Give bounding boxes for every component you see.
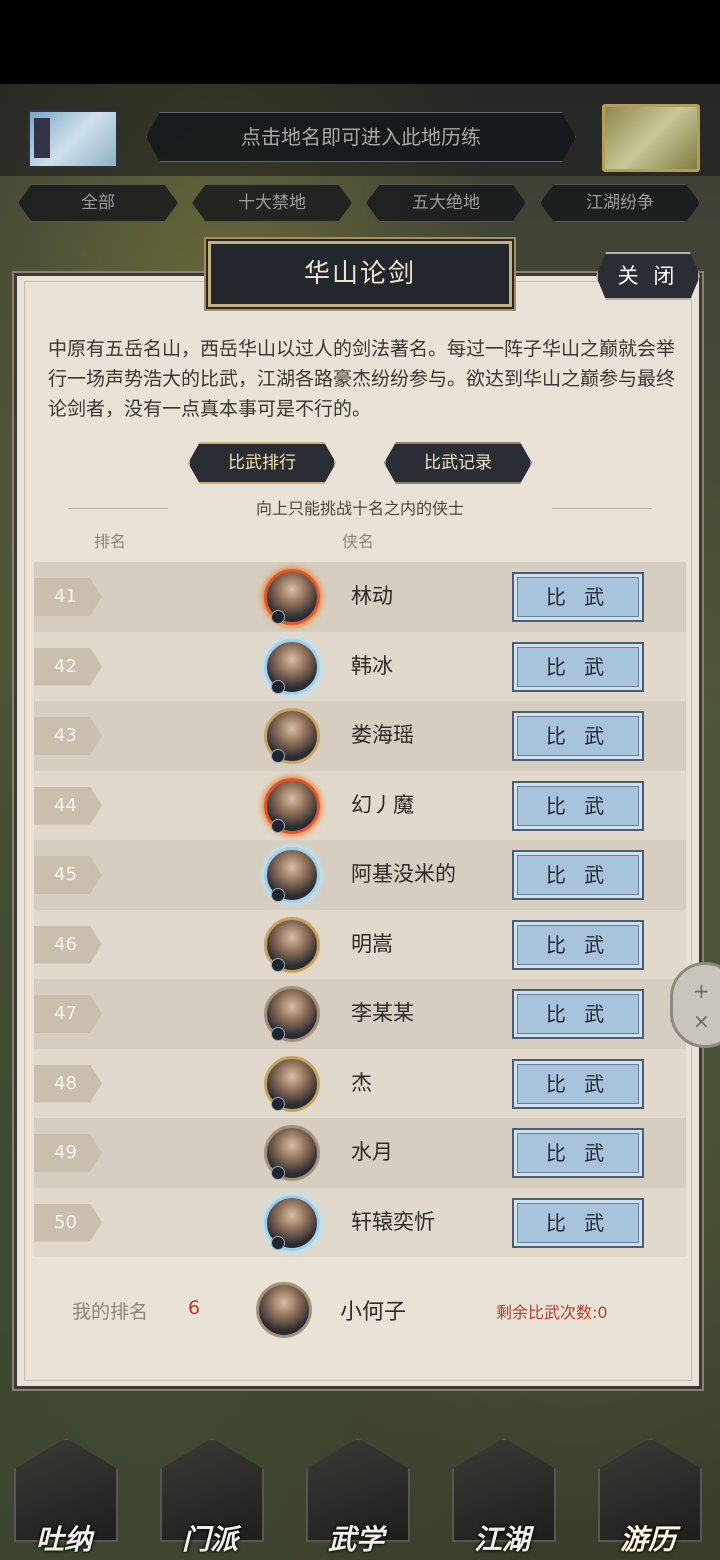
fight-button[interactable]: 比 武 [512,572,644,622]
table-row: 46 明嵩 比 武 [34,909,686,979]
player-name: 娄海瑶 [351,723,414,747]
avatar[interactable] [264,569,320,625]
side-wheel[interactable]: + × [670,962,720,1048]
tab-jianghu-strife[interactable]: 江湖纷争 [540,184,700,222]
dialog-description: 中原有五岳名山，西岳华山以过人的剑法著名。每过一阵子华山之巅就会举行一场声势浩大… [48,338,676,420]
nav-travel[interactable]: 游历 [584,1438,712,1558]
ranking-list: 41 林动比 武 42 韩冰比 武 43 娄海瑶比 武 44 幻丿魔比 武 45 阿基没米的比 武… [34,562,686,1257]
element-badge-icon [271,1027,285,1041]
avatar[interactable] [264,777,320,834]
bottom-nav: 吐纳 门派 武学 江湖 游历 [0,1400,720,1560]
seal-icon [34,118,50,158]
player-name: 明嵩 [351,931,393,956]
fight-button[interactable]: 比 武 [512,711,644,761]
avatar[interactable] [264,986,320,1042]
player-name: 轩辕奕忻 [351,1209,435,1234]
map-filter-tabs: 全部 十大禁地 五大绝地 江湖纷争 [18,184,708,222]
close-icon[interactable]: × [693,1009,710,1033]
fight-button[interactable]: 比 武 [512,1128,644,1178]
player-name: 幻丿魔 [351,792,414,817]
table-row: 44 幻丿魔 比 武 [34,770,686,840]
close-button[interactable]: 关 闭 [596,252,700,300]
player-name: 李某某 [351,1001,414,1025]
fight-button[interactable]: 比 武 [512,989,644,1039]
my-name: 小何子 [340,1300,407,1325]
player-name: 杰 [351,1070,372,1095]
player-name: 水月 [351,1140,393,1164]
element-badge-icon [271,818,285,833]
element-badge-icon [271,1166,285,1180]
avatar[interactable] [264,638,320,695]
tab-ranking[interactable]: 比武排行 [188,442,336,484]
element-badge-icon [271,679,285,694]
fight-button[interactable]: 比 武 [512,1058,644,1109]
rank-header: 排名 [94,532,127,551]
tab-five-perilous[interactable]: 五大绝地 [366,184,526,222]
rank-tag: 44 [34,787,102,825]
table-row: 49 水月 比 武 [34,1118,686,1188]
avatar[interactable] [264,1125,320,1181]
rank-tag: 42 [34,648,102,686]
rank-tag: 41 [34,578,102,616]
fight-button[interactable]: 比 武 [512,1197,644,1248]
my-rank-value: 6 [188,1297,201,1319]
avatar[interactable] [264,708,320,764]
element-badge-icon [271,888,285,902]
table-row: 47 李某某 比 武 [34,979,686,1049]
fight-button[interactable]: 比 武 [512,780,644,831]
table-row: 45 阿基没米的 比 武 [34,840,686,910]
avatar[interactable] [264,1194,320,1251]
plus-icon[interactable]: + [693,979,710,1003]
player-name: 阿基没米的 [351,862,456,886]
world-map-icon[interactable] [602,104,700,172]
element-badge-icon [271,749,285,763]
my-rank-label: 我的排名 [72,1301,149,1323]
rank-tag: 43 [34,717,102,755]
remaining-attempts: 剩余比武次数:0 [496,1303,608,1322]
player-name: 林动 [351,584,393,608]
rank-tag: 49 [34,1134,102,1172]
tab-ten-forbidden[interactable]: 十大禁地 [192,184,352,222]
fight-button[interactable]: 比 武 [512,641,644,692]
rank-tag: 47 [34,995,102,1033]
nav-jianghu[interactable]: 江湖 [438,1438,566,1558]
map-hint: 点击地名即可进入此地历练 [146,112,576,162]
table-row: 42 韩冰 比 武 [34,631,686,701]
avatar[interactable] [264,847,320,903]
avatar[interactable] [264,1055,320,1112]
nav-tuna[interactable]: 吐纳 [0,1438,128,1558]
element-badge-icon [271,957,285,972]
tab-records[interactable]: 比武记录 [384,442,532,484]
element-badge-icon [271,1235,285,1250]
table-row: 48 杰 比 武 [34,1048,686,1118]
dialog-title: 华山论剑 [208,241,512,307]
rank-tag: 48 [34,1065,102,1103]
rank-tag: 45 [34,856,102,894]
tab-all[interactable]: 全部 [18,184,178,222]
element-badge-icon [271,1096,285,1111]
rank-tag: 50 [34,1204,102,1242]
player-name: 韩冰 [351,653,393,678]
table-row: 50 轩辕奕忻 比 武 [34,1187,686,1257]
my-avatar [256,1282,312,1338]
fight-button[interactable]: 比 武 [512,919,644,970]
nav-sect[interactable]: 门派 [146,1438,274,1558]
table-row: 41 林动 比 武 [34,562,686,632]
element-badge-icon [271,610,285,624]
scroll-painting-icon[interactable] [28,110,118,168]
fight-button[interactable]: 比 武 [512,850,644,900]
rank-tag: 46 [34,926,102,964]
challenge-hint: 向上只能挑战十名之内的侠士 [255,499,464,518]
name-header: 侠名 [342,532,375,551]
nav-martial[interactable]: 武学 [292,1438,420,1558]
table-row: 43 娄海瑶 比 武 [34,701,686,771]
avatar[interactable] [264,916,320,973]
